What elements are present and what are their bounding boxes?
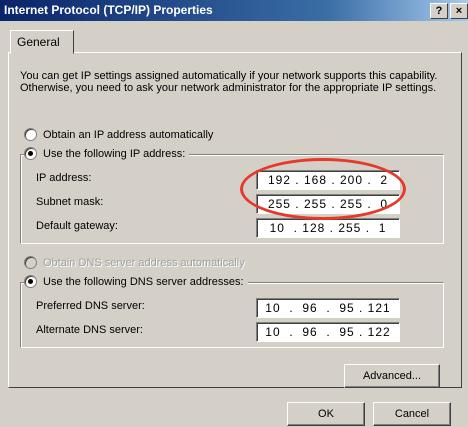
ip-address-label: IP address:: [36, 172, 92, 184]
obtain-dns-auto-label: Obtain DNS server address automatically: [43, 256, 245, 269]
default-gateway-label: Default gateway:: [36, 220, 118, 232]
use-following-ip-label: Use the following IP address:: [43, 147, 186, 160]
default-gateway-field[interactable]: 10 . 128 . 255 . 1: [256, 218, 400, 238]
subnet-mask-label: Subnet mask:: [36, 196, 104, 208]
obtain-dns-auto-radio: [24, 256, 37, 269]
preferred-dns-field[interactable]: 10 . 96 . 95 . 121: [256, 298, 400, 318]
help-button[interactable]: ?: [430, 3, 448, 19]
tab-general-label: General: [17, 35, 60, 49]
ok-button[interactable]: OK: [287, 402, 365, 426]
preferred-dns-value: 10 . 96 . 95 . 121: [265, 301, 391, 315]
default-gateway-value: 10 . 128 . 255 . 1: [269, 221, 387, 235]
preferred-dns-label: Preferred DNS server:: [36, 300, 145, 312]
obtain-ip-auto-radio[interactable]: [24, 128, 37, 141]
tcpip-properties-dialog: Internet Protocol (TCP/IP) Properties ? …: [0, 0, 468, 427]
cancel-button[interactable]: Cancel: [373, 402, 451, 426]
window-title: Internet Protocol (TCP/IP) Properties: [4, 3, 213, 17]
intro-text: You can get IP settings assigned automat…: [20, 70, 438, 94]
use-following-dns-radio[interactable]: [24, 275, 37, 288]
alternate-dns-value: 10 . 96 . 95 . 122: [265, 325, 391, 339]
obtain-ip-auto-label: Obtain an IP address automatically: [43, 128, 214, 141]
obtain-dns-auto-option: Obtain DNS server address automatically: [24, 256, 249, 269]
use-following-ip-radio[interactable]: [24, 147, 37, 160]
close-button[interactable]: ×: [450, 3, 468, 19]
use-following-dns-label: Use the following DNS server addresses:: [43, 275, 244, 288]
alternate-dns-label: Alternate DNS server:: [36, 324, 143, 336]
title-bar[interactable]: Internet Protocol (TCP/IP) Properties ? …: [0, 0, 468, 21]
use-following-ip-option[interactable]: Use the following IP address:: [24, 147, 190, 160]
highlight-annotation-circle: [240, 158, 406, 220]
obtain-ip-auto-option[interactable]: Obtain an IP address automatically: [24, 128, 218, 141]
use-following-dns-option[interactable]: Use the following DNS server addresses:: [24, 275, 248, 288]
advanced-button[interactable]: Advanced...: [344, 364, 440, 388]
alternate-dns-field[interactable]: 10 . 96 . 95 . 122: [256, 322, 400, 342]
tab-general[interactable]: General: [10, 30, 74, 54]
